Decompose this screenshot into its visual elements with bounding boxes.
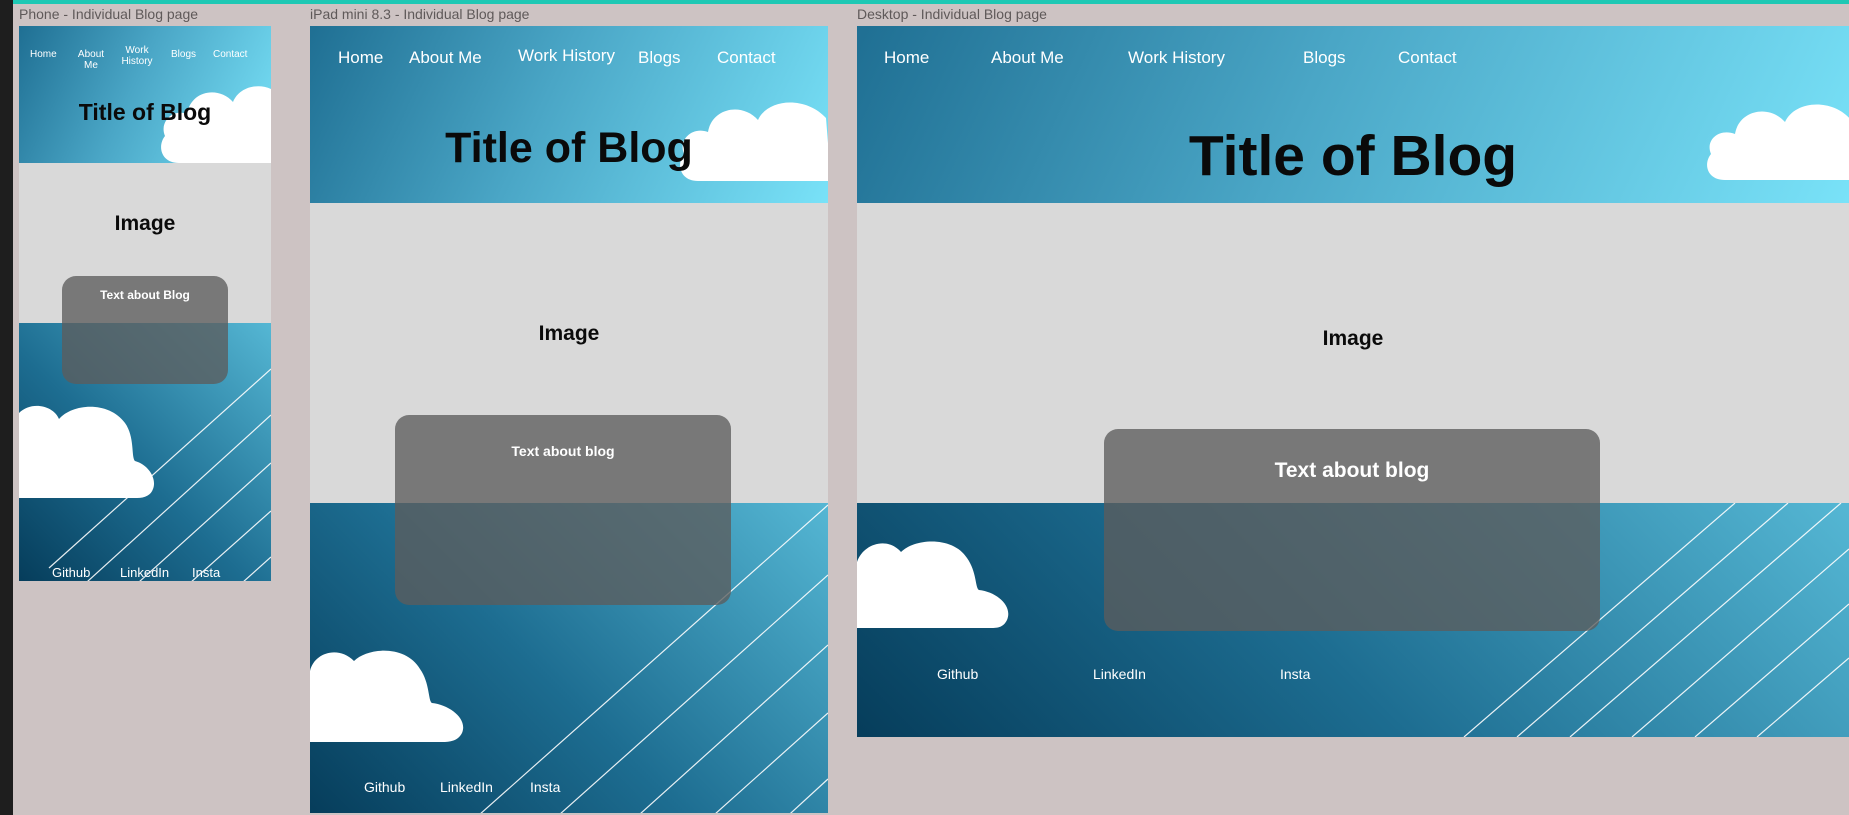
desktop-page-title: Title of Blog — [1188, 124, 1518, 188]
ipad-footer-insta[interactable]: Insta — [530, 779, 560, 795]
ipad-image-label: Image — [538, 322, 600, 345]
ipad-nav-about[interactable]: About Me — [409, 49, 482, 67]
desktop-footer-linkedin[interactable]: LinkedIn — [1093, 666, 1146, 682]
phone-nav-home[interactable]: Home — [30, 49, 57, 61]
phone-frame: Home About Me Work History Blogs Contact… — [19, 26, 271, 581]
ipad-header: Home About Me Work History Blogs Contact… — [310, 26, 828, 203]
phone-nav-contact[interactable]: Contact — [213, 49, 247, 61]
desktop-nav-blogs[interactable]: Blogs — [1303, 49, 1346, 67]
phone-page-title: Title of Blog — [78, 99, 212, 125]
desktop-blog-text-box: Text about blog — [1104, 429, 1600, 631]
phone-image-label: Image — [114, 212, 176, 235]
phone-blog-text-box: Text about Blog — [62, 276, 228, 384]
desktop-nav-contact[interactable]: Contact — [1398, 49, 1457, 67]
ipad-blog-text: Text about blog — [511, 443, 615, 459]
ipad-frame: Home About Me Work History Blogs Contact… — [310, 26, 828, 813]
frame-label-phone[interactable]: Phone - Individual Blog page — [19, 6, 198, 22]
phone-footer-linkedin[interactable]: LinkedIn — [120, 565, 169, 580]
cloud-icon — [857, 541, 1009, 628]
frame-label-desktop[interactable]: Desktop - Individual Blog page — [857, 6, 1047, 22]
ipad-blog-text-box: Text about blog — [395, 415, 731, 605]
desktop-footer-insta[interactable]: Insta — [1280, 666, 1310, 682]
ipad-footer-linkedin[interactable]: LinkedIn — [440, 779, 493, 795]
desktop-blog-text: Text about blog — [1274, 459, 1430, 482]
phone-blog-text: Text about Blog — [100, 288, 190, 302]
ipad-nav-work-history[interactable]: Work History — [518, 47, 615, 65]
desktop-nav-home[interactable]: Home — [884, 49, 929, 67]
desktop-image-label: Image — [1322, 327, 1384, 350]
desktop-header: Home About Me Work History Blogs Contact… — [857, 26, 1849, 203]
desktop-nav-work-history[interactable]: Work History — [1128, 49, 1225, 67]
phone-nav-blogs[interactable]: Blogs — [171, 49, 196, 61]
frame-label-ipad[interactable]: iPad mini 8.3 - Individual Blog page — [310, 6, 529, 22]
cloud-icon — [310, 650, 464, 742]
canvas-top-accent — [0, 0, 1849, 4]
phone-nav-about[interactable]: About Me — [76, 49, 106, 71]
phone-header: Home About Me Work History Blogs Contact… — [19, 26, 271, 163]
cloud-icon — [19, 405, 155, 498]
desktop-footer-github[interactable]: Github — [937, 666, 978, 682]
ipad-nav-home[interactable]: Home — [338, 49, 383, 67]
desktop-frame: Home About Me Work History Blogs Contact… — [857, 26, 1849, 737]
phone-nav-work-history[interactable]: Work History — [121, 45, 153, 67]
ipad-page-title: Title of Blog — [445, 124, 693, 172]
ipad-nav-blogs[interactable]: Blogs — [638, 49, 681, 67]
ipad-footer-github[interactable]: Github — [364, 779, 405, 795]
canvas-left-edge — [0, 0, 13, 815]
desktop-nav-about[interactable]: About Me — [991, 49, 1064, 67]
phone-footer-insta[interactable]: Insta — [192, 565, 220, 580]
ipad-nav-contact[interactable]: Contact — [717, 49, 776, 67]
phone-footer-github[interactable]: Github — [52, 565, 90, 580]
